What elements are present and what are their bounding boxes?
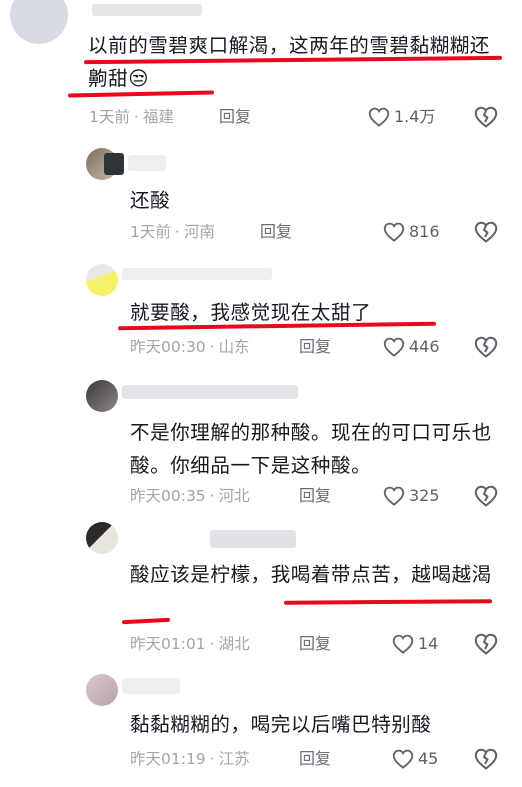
username-blurred [128, 155, 166, 171]
like-button[interactable]: 325 [383, 484, 440, 508]
avatar[interactable] [86, 522, 118, 554]
meta-separator: · [209, 338, 215, 356]
dislike-broken-heart-icon[interactable] [474, 485, 498, 507]
dislike-broken-heart-icon[interactable] [474, 106, 498, 128]
username-blurred [210, 530, 296, 548]
comment-meta: 昨天00:35 · 河北 [130, 484, 250, 508]
avatar[interactable] [86, 380, 118, 412]
unamused-emoji-icon: 😒 [128, 67, 150, 90]
avatar[interactable] [86, 264, 118, 296]
comment-meta: 1天前 · 河南 [130, 220, 215, 244]
reply-button[interactable]: 回复 [299, 484, 331, 508]
heart-outline-icon [383, 486, 405, 506]
reply-button[interactable]: 回复 [260, 220, 292, 244]
meta-separator: · [133, 108, 139, 126]
username-blurred [122, 678, 180, 694]
meta-separator: · [209, 750, 215, 768]
like-button[interactable]: 1.4万 [368, 105, 435, 129]
dislike-broken-heart-icon[interactable] [474, 633, 498, 655]
comment-location: 河北 [218, 487, 250, 505]
comment-meta: 昨天00:30 · 山东 [130, 335, 250, 359]
comment-text: 不是你理解的那种酸。现在的可口可乐也酸。你细品一下是这种酸。 [130, 421, 492, 477]
dislike-broken-heart-icon[interactable] [474, 221, 498, 243]
comment-text: 酸应该是柠檬，我喝着带点苦，越喝越渴 [130, 563, 492, 586]
dislike-broken-heart-icon[interactable] [474, 748, 498, 770]
like-button[interactable]: 45 [392, 747, 438, 771]
like-button[interactable]: 446 [383, 335, 440, 359]
reply-button[interactable]: 回复 [299, 632, 331, 656]
avatar[interactable] [86, 674, 118, 706]
comment-location: 湖北 [218, 635, 250, 653]
comment-time: 昨天01:01 [130, 635, 206, 653]
heart-outline-icon [368, 107, 390, 127]
comment-time: 昨天00:35 [130, 487, 206, 505]
like-button[interactable]: 816 [383, 220, 440, 244]
comment-time: 昨天00:30 [130, 338, 206, 356]
username-blurred [92, 4, 202, 16]
like-count: 325 [409, 486, 440, 505]
heart-outline-icon [383, 337, 405, 357]
reply-button[interactable]: 回复 [219, 105, 251, 129]
highlight-underline [283, 599, 493, 605]
comment-meta: 1天前 · 福建 [89, 105, 174, 129]
comment-location: 福建 [142, 108, 174, 126]
username-blurred [122, 268, 272, 280]
comment-text: 黏黏糊糊的，喝完以后嘴巴特别酸 [130, 713, 432, 736]
like-count: 816 [409, 222, 440, 241]
reply-button[interactable]: 回复 [299, 747, 331, 771]
heart-outline-icon [383, 222, 405, 242]
username-blurred [104, 153, 124, 175]
avatar[interactable] [10, 0, 68, 44]
comment-location: 江苏 [218, 750, 250, 768]
comment-meta: 昨天01:19 · 江苏 [130, 747, 250, 771]
comment-meta: 昨天01:01 · 湖北 [130, 632, 250, 656]
meta-separator: · [209, 635, 215, 653]
highlight-underline [121, 617, 171, 625]
comment-time: 1天前 [130, 223, 171, 241]
comment-location: 河南 [183, 223, 215, 241]
like-count: 446 [409, 337, 440, 356]
comment-time: 昨天01:19 [130, 750, 206, 768]
meta-separator: · [174, 223, 180, 241]
username-blurred [122, 385, 298, 399]
heart-outline-icon [392, 634, 414, 654]
comment-location: 山东 [218, 338, 250, 356]
like-button[interactable]: 14 [392, 632, 438, 656]
like-count: 14 [418, 634, 439, 653]
meta-separator: · [209, 487, 215, 505]
like-count: 45 [418, 749, 439, 768]
comment-time: 1天前 [89, 108, 130, 126]
heart-outline-icon [392, 749, 414, 769]
dislike-broken-heart-icon[interactable] [474, 336, 498, 358]
reply-button[interactable]: 回复 [299, 335, 331, 359]
comment-text: 还酸 [130, 189, 171, 212]
like-count: 1.4万 [394, 107, 436, 126]
